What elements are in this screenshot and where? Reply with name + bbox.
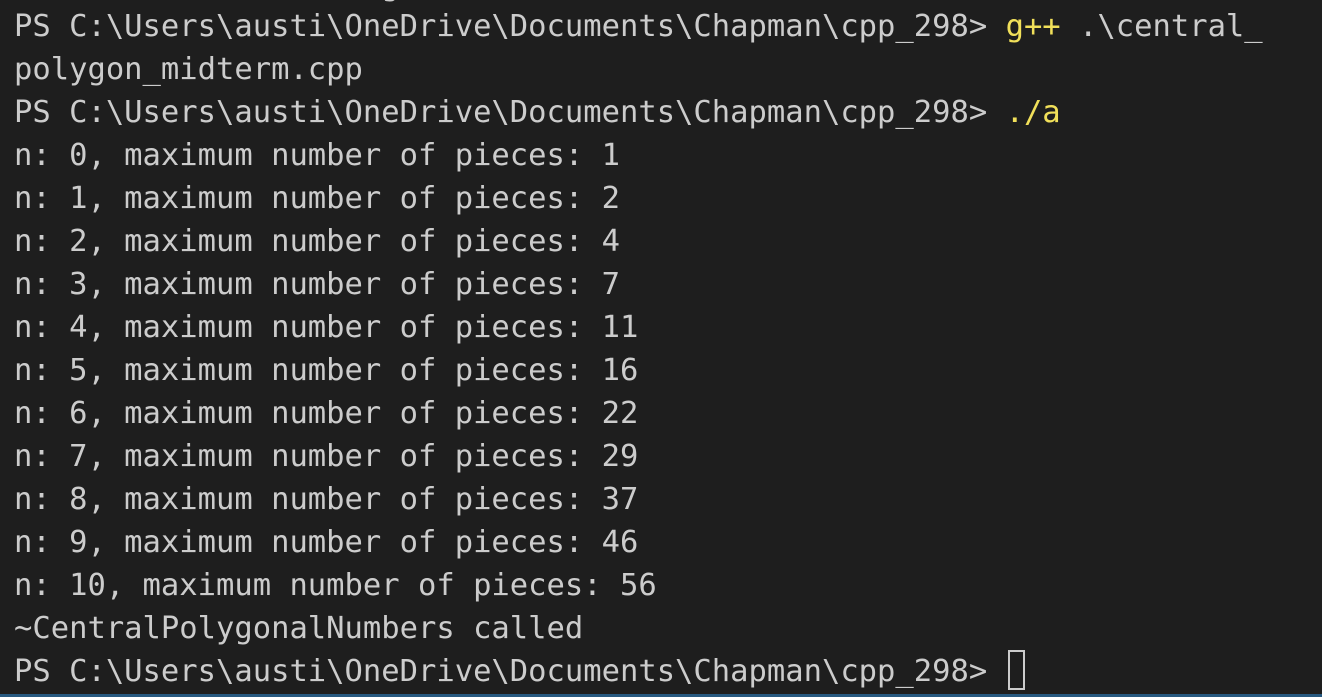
partial-top-line: g — [14, 0, 399, 7]
prompt-line-2: PS C:\Users\austi\OneDrive\Documents\Cha… — [14, 91, 1322, 134]
output-line: n: 5, maximum number of pieces: 16 — [14, 353, 639, 388]
prompt-line-3[interactable]: PS C:\Users\austi\OneDrive\Documents\Cha… — [14, 650, 1322, 693]
command-argument: .\central_ — [1060, 9, 1263, 44]
output-line: n: 0, maximum number of pieces: 1 — [14, 138, 620, 173]
output-line: n: 7, maximum number of pieces: 29 — [14, 439, 639, 474]
command-compiler: g++ — [1005, 9, 1061, 44]
output-line: n: 2, maximum number of pieces: 4 — [14, 224, 620, 259]
prompt-text: PS C:\Users\austi\OneDrive\Documents\Cha… — [14, 9, 1006, 44]
output-line: n: 8, maximum number of pieces: 37 — [14, 482, 639, 517]
destructor-message: ~CentralPolygonalNumbers called — [14, 611, 584, 646]
output-line: n: 6, maximum number of pieces: 22 — [14, 396, 639, 431]
output-line: n: 1, maximum number of pieces: 2 — [14, 181, 620, 216]
text-cursor[interactable] — [1007, 650, 1025, 690]
command-wrap-line: polygon_midterm.cpp — [14, 52, 363, 87]
prompt-line-1: PS C:\Users\austi\OneDrive\Documents\Cha… — [14, 5, 1322, 48]
prompt-text: PS C:\Users\austi\OneDrive\Documents\Cha… — [14, 95, 1006, 130]
output-line: n: 9, maximum number of pieces: 46 — [14, 525, 639, 560]
terminal-window[interactable]: g PS C:\Users\austi\OneDrive\Documents\C… — [0, 0, 1322, 697]
output-line: n: 10, maximum number of pieces: 56 — [14, 568, 657, 603]
command-run: ./a — [1005, 95, 1061, 130]
prompt-text: PS C:\Users\austi\OneDrive\Documents\Cha… — [14, 654, 1006, 689]
output-line: n: 3, maximum number of pieces: 7 — [14, 267, 620, 302]
output-line: n: 4, maximum number of pieces: 11 — [14, 310, 639, 345]
